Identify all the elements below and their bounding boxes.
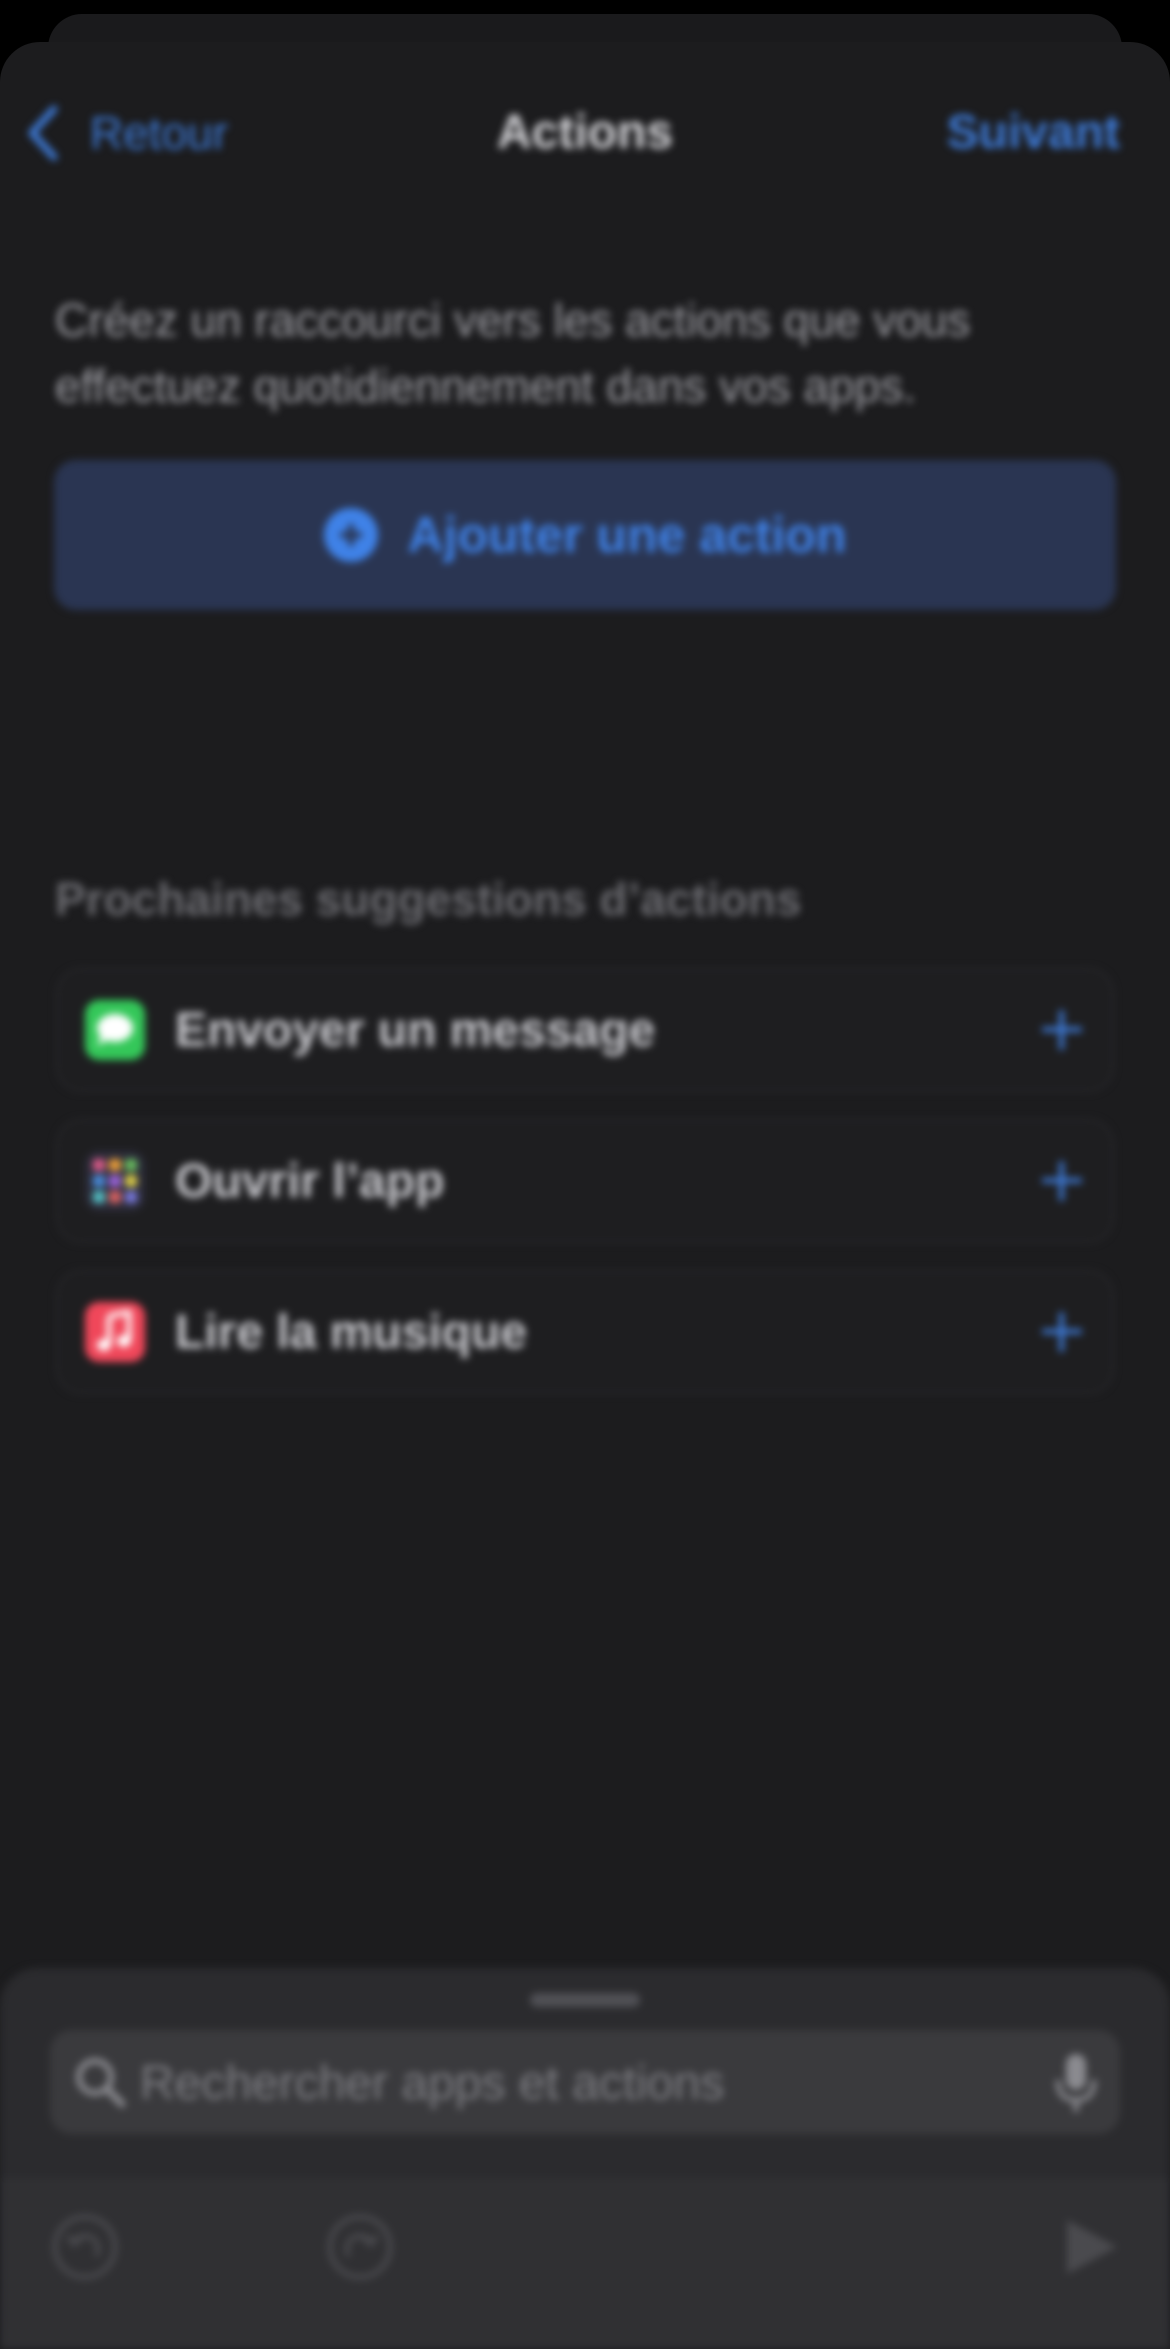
- messages-app-icon: [85, 1000, 145, 1060]
- plus-icon[interactable]: [1040, 1310, 1084, 1354]
- grid-dots-icon: [93, 1159, 137, 1203]
- undo-icon[interactable]: [50, 2212, 120, 2282]
- plus-circle-icon: [323, 508, 378, 562]
- search-input[interactable]: [138, 2042, 1042, 2124]
- suggestion-open-app[interactable]: Ouvrir l’app: [56, 1119, 1114, 1243]
- description-text: Créez un raccourci vers les actions que …: [55, 294, 971, 412]
- add-action-label: Ajouter une action: [407, 507, 847, 563]
- plus-icon[interactable]: [1040, 1159, 1084, 1203]
- suggestion-play-music[interactable]: Lire la musique: [56, 1270, 1114, 1394]
- play-icon[interactable]: [1055, 2212, 1125, 2282]
- redo-icon[interactable]: [325, 2212, 395, 2282]
- add-action-button[interactable]: Ajouter une action: [54, 460, 1116, 610]
- suggestions-title: Prochaines suggestions d’actions: [55, 873, 802, 925]
- music-note-icon: [97, 1310, 132, 1351]
- suggestion-label: Ouvrir l’app: [175, 1154, 445, 1208]
- action-library-panel: [0, 1968, 1170, 2349]
- speech-bubble-icon: [97, 1014, 133, 1046]
- search-icon: [76, 2058, 126, 2108]
- music-app-icon: [85, 1302, 145, 1362]
- next-button[interactable]: Suivant: [947, 98, 1120, 168]
- app-grid-icon: [85, 1151, 145, 1211]
- suggestion-label: Envoyer un message: [175, 1003, 656, 1057]
- microphone-icon[interactable]: [1054, 2052, 1098, 2114]
- editor-toolbar: [0, 2178, 1170, 2349]
- search-field[interactable]: [50, 2030, 1120, 2134]
- actions-sheet: Retour Actions Suivant Créez un raccourc…: [0, 42, 1170, 2349]
- navigation-bar: Retour Actions Suivant: [0, 42, 1170, 212]
- sheet-grabber[interactable]: [530, 1993, 640, 2007]
- suggestion-send-message[interactable]: Envoyer un message: [56, 968, 1114, 1092]
- suggestion-label: Lire la musique: [175, 1305, 528, 1359]
- plus-icon[interactable]: [1040, 1008, 1084, 1052]
- suggestions-list: Envoyer un message Ouvrir l’app Lire la …: [56, 968, 1114, 1421]
